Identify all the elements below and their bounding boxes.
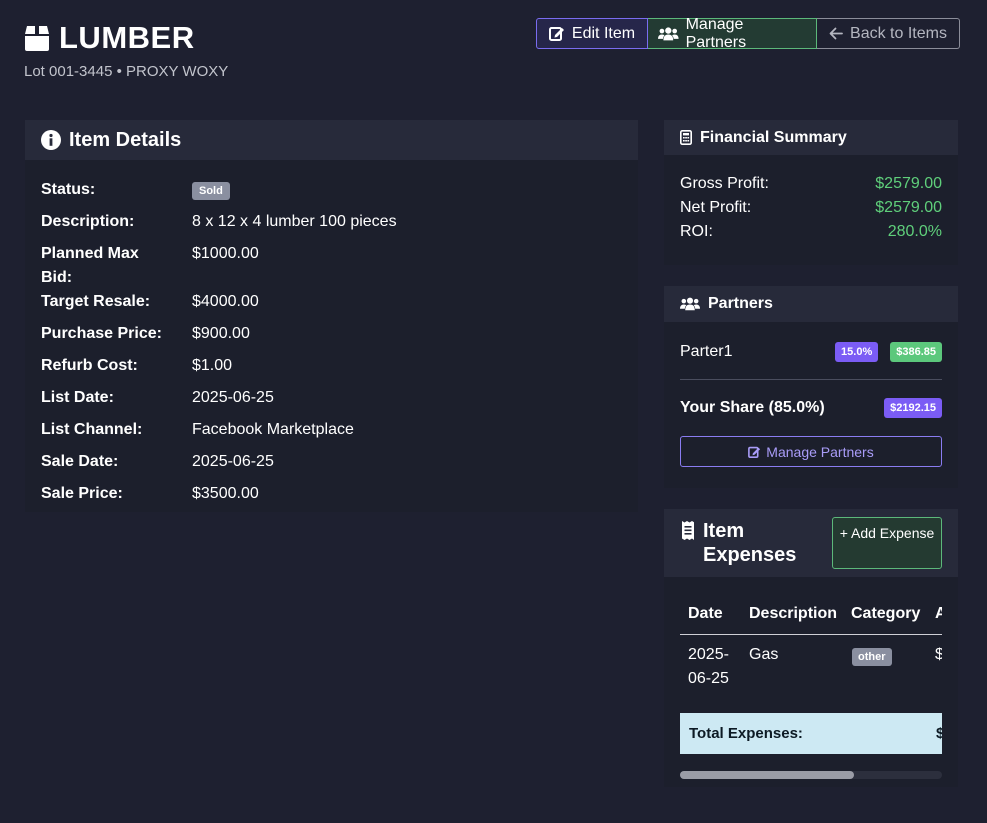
detail-label: Sale Date: (41, 453, 119, 470)
partner-share-badge: 15.0% (835, 342, 879, 362)
status-badge: Sold (192, 182, 230, 200)
detail-row-purchase-price: Purchase Price: $900.00 (41, 322, 250, 346)
detail-value: $4000.00 (192, 293, 259, 310)
partners-body: Parter1 15.0% $386.85 Your Share (85.0%)… (664, 322, 958, 488)
fin-value: $2579.00 (875, 199, 942, 216)
add-expense-button[interactable]: + Add Expense (832, 517, 942, 569)
financial-summary-title: Financial Summary (700, 128, 847, 146)
detail-value: 2025-06-25 (192, 453, 274, 470)
manage-partners-header-label: Manage Partners (685, 15, 747, 51)
item-details-header: Item Details (25, 120, 638, 160)
partners-divider (680, 379, 942, 380)
detail-row-sale-price: Sale Price: $3500.00 (41, 482, 259, 506)
page-title: LUMBER (59, 20, 195, 55)
expenses-table: Date Description Category A 2025-06-25 G… (680, 577, 942, 775)
manage-partners-button[interactable]: Manage Partners (680, 436, 942, 467)
detail-value: Sold (192, 178, 230, 202)
total-expenses-label: Total Expenses: (689, 725, 803, 742)
detail-value: Facebook Marketplace (192, 421, 354, 438)
page-subtitle: Lot 001-3445 • PROXY WOXY (24, 63, 229, 80)
scrollbar-thumb[interactable] (680, 771, 854, 779)
expense-date: 2025-06-25 (688, 646, 729, 687)
receipt-icon (682, 521, 694, 540)
detail-label: Refurb Cost: (41, 357, 138, 374)
detail-label: Sale Price: (41, 485, 123, 502)
detail-value: $1.00 (192, 357, 233, 374)
detail-label: List Channel: (41, 421, 143, 438)
box-icon (25, 25, 49, 51)
net-profit-row: Net Profit: $2579.00 (680, 196, 942, 220)
column-header-category: Category (851, 605, 921, 622)
gross-profit-row: Gross Profit: $2579.00 (680, 172, 942, 196)
detail-row-planned-max-bid: Planned Max Bid: $1000.00 (41, 242, 259, 290)
your-share-label: Your Share (85.0%) (680, 399, 825, 416)
detail-value: $900.00 (192, 325, 250, 342)
fin-label: Net Profit: (680, 199, 752, 216)
partner-amount-badge: $386.85 (890, 342, 942, 362)
calculator-icon (680, 130, 692, 145)
fin-value: 280.0% (887, 223, 942, 240)
back-to-items-label: Back to Items (850, 24, 947, 42)
expense-description: Gas (749, 646, 779, 663)
detail-label: Planned Max Bid: (41, 245, 139, 286)
detail-label: Purchase Price: (41, 325, 162, 342)
column-header-date: Date (688, 605, 723, 622)
edit-item-label: Edit Item (571, 24, 636, 42)
edit-item-button[interactable]: Edit Item (536, 18, 648, 49)
detail-label: List Date: (41, 389, 114, 406)
expense-category-badge: other (852, 648, 892, 666)
arrow-left-icon (829, 27, 843, 40)
users-icon (680, 297, 700, 311)
users-icon (658, 26, 679, 40)
detail-value: $3500.00 (192, 485, 259, 502)
detail-row-target-resale: Target Resale: $4000.00 (41, 290, 259, 314)
header-actions: Edit Item Manage Partners Back to Items (536, 15, 960, 51)
item-expenses-header: Item Expenses + Add Expense (664, 509, 958, 577)
detail-row-sale-date: Sale Date: 2025-06-25 (41, 450, 274, 474)
detail-value: 2025-06-25 (192, 389, 274, 406)
fin-label: ROI: (680, 223, 713, 240)
roi-row: ROI: 280.0% (680, 220, 942, 244)
partners-header: Partners (664, 286, 958, 322)
item-expenses-title-wrap: Item Expenses (681, 519, 797, 567)
item-expenses-title: Item Expenses (703, 520, 797, 566)
detail-row-refurb-cost: Refurb Cost: $1.00 (41, 354, 232, 378)
partners-title: Partners (708, 295, 773, 312)
detail-value: 8 x 12 x 4 lumber 100 pieces (192, 213, 397, 230)
edit-icon (548, 27, 564, 41)
info-icon (41, 130, 61, 150)
partner-row: Parter1 15.0% $386.85 (680, 342, 942, 362)
expenses-horizontal-scrollbar[interactable] (680, 771, 942, 779)
detail-value: $1000.00 (192, 245, 259, 262)
column-header-amount: A (935, 605, 942, 622)
fin-value: $2579.00 (875, 175, 942, 192)
manage-partners-header-button[interactable]: Manage Partners (648, 15, 817, 51)
title-row: LUMBER (24, 20, 228, 56)
detail-label: Target Resale: (41, 293, 151, 310)
financial-summary-header: Financial Summary (664, 120, 958, 155)
item-details-body: Status: Sold Description: 8 x 12 x 4 lum… (25, 160, 638, 512)
financial-summary-body: Gross Profit: $2579.00 Net Profit: $2579… (664, 155, 958, 265)
detail-row-list-date: List Date: 2025-06-25 (41, 386, 274, 410)
detail-label: Status: (41, 181, 96, 198)
table-header-divider (680, 634, 942, 635)
total-expenses-row: Total Expenses: $ (680, 713, 942, 754)
column-header-description: Description (749, 605, 838, 622)
detail-row-status: Status: Sold (41, 178, 230, 202)
back-to-items-button[interactable]: Back to Items (817, 18, 960, 49)
detail-row-list-channel: List Channel: Facebook Marketplace (41, 418, 354, 442)
total-expenses-value: $ (936, 725, 942, 742)
expense-amount: $ (935, 646, 942, 663)
item-details-title: Item Details (69, 128, 182, 151)
your-share-badge: $2192.15 (884, 398, 942, 418)
page-header: LUMBER Lot 001-3445 • PROXY WOXY (24, 20, 228, 80)
manage-partners-label: Manage Partners (766, 443, 874, 460)
detail-row-description: Description: 8 x 12 x 4 lumber 100 piece… (41, 210, 397, 234)
your-share-row: Your Share (85.0%) $2192.15 (680, 398, 942, 418)
partner-name: Parter1 (680, 343, 733, 360)
edit-icon (748, 446, 761, 458)
item-expenses-body: Date Description Category A 2025-06-25 G… (664, 577, 958, 787)
fin-label: Gross Profit: (680, 175, 769, 192)
detail-label: Description: (41, 213, 135, 230)
